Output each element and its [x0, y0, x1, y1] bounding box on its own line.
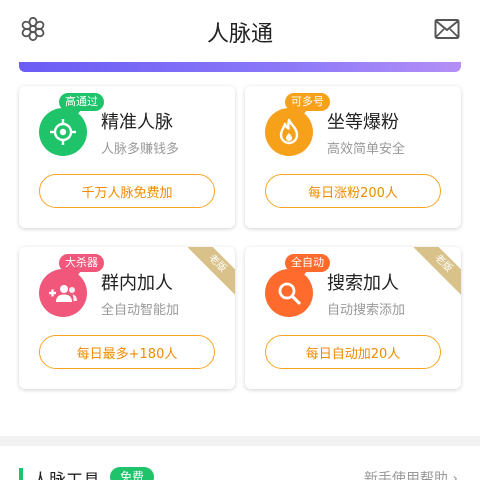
mail-icon[interactable] — [432, 14, 462, 44]
old-version-ribbon: 老版 — [408, 247, 461, 299]
card-subtitle: 高效简单安全 — [327, 142, 406, 157]
card-group-add[interactable]: 老版 大杀器 群内加人 全自动智能加 每日最多+180人 — [19, 247, 235, 389]
old-version-ribbon: 老版 — [182, 247, 235, 299]
status-badge: 全自动 — [285, 254, 330, 276]
card-title: 坐等爆粉 — [327, 112, 399, 133]
help-link-label: 新手使用帮助 — [363, 471, 448, 480]
card-title: 精准人脉 — [101, 112, 173, 133]
card-subtitle: 自动搜索添加 — [327, 303, 406, 318]
search-icon — [265, 269, 313, 317]
card-subtitle: 全自动智能加 — [101, 303, 180, 318]
section-accent-bar — [19, 468, 23, 480]
tools-section-header: 人脉工具 免费 新手使用帮助 › — [0, 446, 480, 480]
chevron-right-icon: › — [452, 471, 458, 480]
daily-fans-button[interactable]: 每日涨粉200人 — [265, 174, 441, 208]
card-title: 搜索加人 — [327, 273, 399, 294]
page-title: 人脉通 — [206, 22, 273, 47]
flame-icon — [265, 108, 313, 156]
status-badge: 高通过 — [59, 93, 104, 115]
status-badge: 大杀器 — [59, 254, 104, 276]
free-badge: 免费 — [110, 467, 155, 480]
status-badge: 可多号 — [285, 93, 330, 115]
app-header: 人脉通 — [0, 0, 480, 62]
card-search-add[interactable]: 老版 全自动 搜索加人 自动搜索添加 每日自动加20人 — [245, 247, 461, 389]
free-add-button[interactable]: 千万人脉免费加 — [39, 174, 215, 208]
group-add-icon — [39, 269, 87, 317]
top-banner[interactable] — [19, 62, 461, 72]
target-icon — [39, 108, 87, 156]
card-wait-for-fans[interactable]: 可多号 坐等爆粉 高效简单安全 每日涨粉200人 — [245, 86, 461, 228]
help-link[interactable]: 新手使用帮助 › — [364, 468, 458, 480]
daily-max-button[interactable]: 每日最多+180人 — [39, 335, 215, 369]
daily-auto-add-button[interactable]: 每日自动加20人 — [265, 335, 441, 369]
section-divider — [0, 436, 480, 446]
card-title: 群内加人 — [101, 273, 173, 294]
card-precise-contacts[interactable]: 高通过 精准人脉 人脉多赚钱多 千万人脉免费加 — [19, 86, 235, 228]
card-subtitle: 人脉多赚钱多 — [101, 142, 180, 157]
section-title: 人脉工具 — [32, 466, 100, 480]
